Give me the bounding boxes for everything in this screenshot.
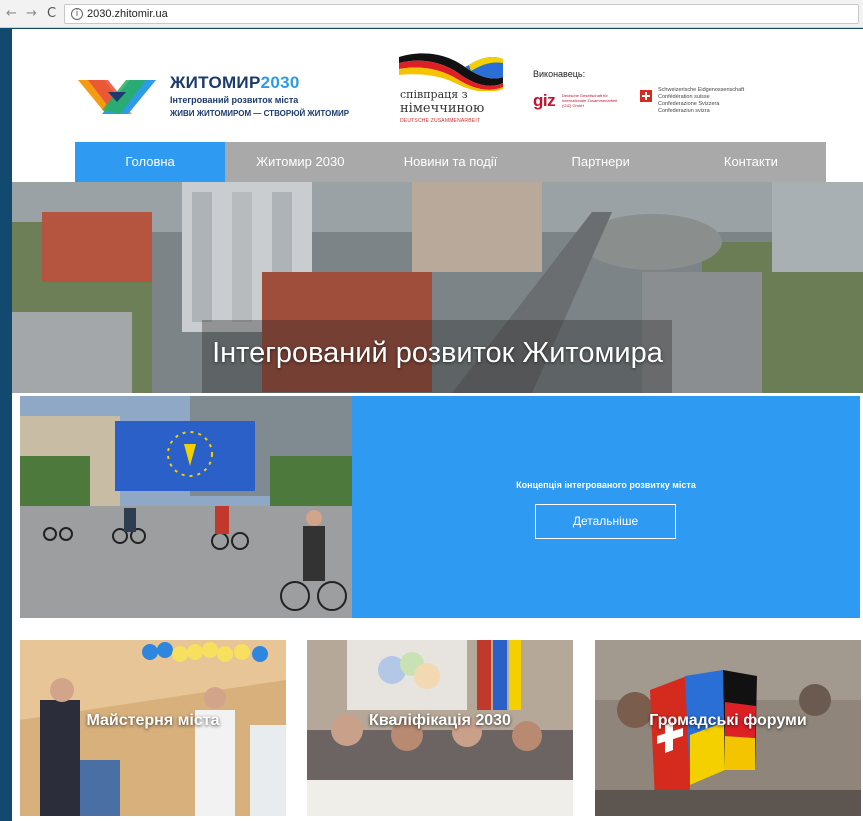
forward-arrow-icon[interactable]: → bbox=[26, 6, 37, 22]
reload-icon[interactable]: C bbox=[47, 6, 56, 22]
concept-panel: Концепція інтегрованого розвитку міста Д… bbox=[352, 396, 860, 618]
bike-parade-image bbox=[20, 396, 352, 618]
address-bar[interactable]: i 2030.zhitomir.ua bbox=[64, 4, 859, 24]
zhytomyr2030-logo-icon[interactable] bbox=[74, 74, 160, 120]
swiss-line-1: Schweizerische Eidgenossenschaft bbox=[658, 87, 745, 93]
card-title-city-workshop[interactable]: Майстерня міста bbox=[20, 712, 286, 730]
giz-description: Deutsche Gesellschaft für Internationale… bbox=[562, 93, 618, 108]
url-text[interactable]: 2030.zhitomir.ua bbox=[87, 7, 168, 21]
executor-label: Виконавець: bbox=[533, 69, 586, 79]
page: ЖИТОМИР2030 Інтегрований розвиток міста … bbox=[12, 29, 863, 821]
nav-item-zhytomyr-2030[interactable]: Житомир 2030 bbox=[225, 142, 375, 182]
logo-title-year: 2030 bbox=[260, 73, 300, 92]
giz-logo[interactable]: giz bbox=[533, 91, 556, 111]
card-title-public-forums[interactable]: Громадські форуми bbox=[595, 712, 861, 730]
concept-text[interactable]: Концепція інтегрованого розвитку міста bbox=[352, 480, 860, 490]
partner-line-2: німеччиною bbox=[400, 101, 485, 116]
swiss-flag-icon bbox=[640, 90, 652, 102]
hero-title: Інтегрований розвиток Житомира bbox=[212, 337, 663, 369]
partner-line-3: DEUTSCHE ZUSAMMENARBEIT bbox=[400, 118, 481, 124]
card-city-workshop[interactable]: Майстерня міста bbox=[20, 640, 286, 816]
swiss-line-3: Confederazione Svizzera bbox=[658, 101, 720, 107]
swiss-line-4: Confederaziun svizra bbox=[658, 108, 710, 114]
logo-subtitle: Інтегрований розвиток міста bbox=[170, 95, 299, 105]
logo-title[interactable]: ЖИТОМИР2030 bbox=[170, 73, 300, 93]
german-cooperation-flag-icon bbox=[399, 53, 503, 91]
card-qualification-2030[interactable]: Кваліфікація 2030 bbox=[307, 640, 573, 816]
browser-toolbar: ← → C i 2030.zhitomir.ua bbox=[0, 0, 863, 28]
nav-item-contacts[interactable]: Контакти bbox=[676, 142, 826, 182]
hero-banner: Інтегрований розвиток Житомира bbox=[12, 182, 863, 393]
info-icon[interactable]: i bbox=[71, 8, 83, 20]
logo-tagline: ЖИВИ ЖИТОМИРОМ — СТВОРЮЙ ЖИТОМИР bbox=[170, 109, 350, 118]
nav-item-home[interactable]: Головна bbox=[75, 142, 226, 182]
card-public-forums[interactable]: Громадські форуми bbox=[595, 640, 861, 816]
details-button[interactable]: Детальніше bbox=[535, 504, 676, 539]
logo-title-main: ЖИТОМИР bbox=[170, 73, 261, 92]
swiss-confederation-text: Schweizerische Eidgenossenschaft Confédé… bbox=[658, 87, 744, 115]
swiss-line-2: Confédération suisse bbox=[658, 94, 710, 100]
nav-item-news[interactable]: Новини та події bbox=[375, 142, 525, 182]
partner-line-1: співпраця з bbox=[400, 88, 468, 101]
nav-item-partners[interactable]: Партнери bbox=[526, 142, 676, 182]
main-nav: Головна Житомир 2030 Новини та події Пар… bbox=[75, 142, 826, 182]
concept-photo[interactable] bbox=[20, 396, 352, 618]
card-title-qualification-2030[interactable]: Кваліфікація 2030 bbox=[307, 712, 573, 730]
back-arrow-icon[interactable]: ← bbox=[6, 6, 17, 22]
